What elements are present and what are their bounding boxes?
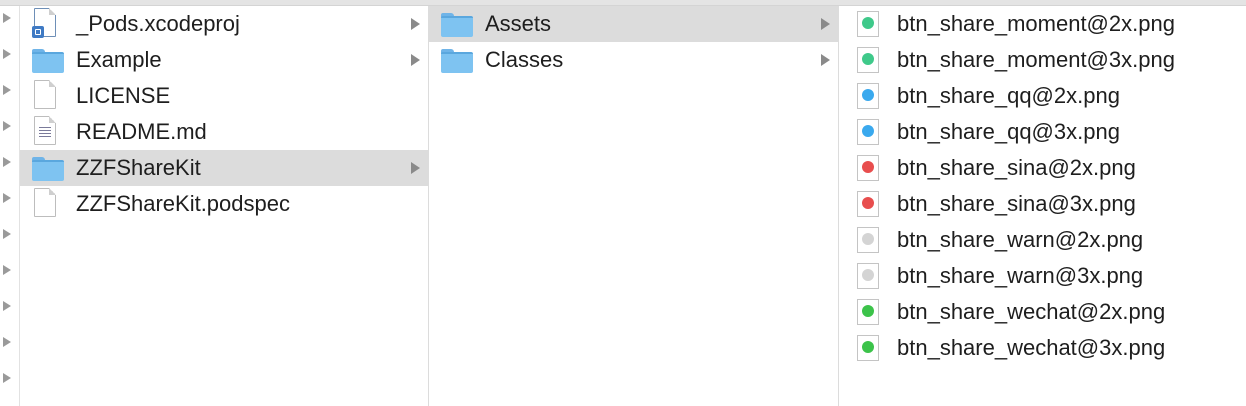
chevron-right-icon — [411, 162, 420, 174]
folder-icon — [32, 49, 64, 73]
disclosure-triangle-icon[interactable] — [3, 337, 11, 347]
png-image-icon — [857, 335, 879, 361]
file-row[interactable]: btn_share_wechat@3x.png — [839, 330, 1246, 366]
disclosure-triangle-icon[interactable] — [3, 85, 11, 95]
file-name-label: Classes — [485, 47, 564, 72]
file-name-label: README.md — [76, 119, 207, 144]
file-name-label: Assets — [485, 11, 552, 36]
browser-column-3[interactable]: btn_share_moment@2x.png btn_share_moment@… — [839, 6, 1246, 406]
file-row[interactable]: btn_share_warn@2x.png — [839, 222, 1246, 258]
file-row[interactable]: LICENSE — [20, 78, 428, 114]
file-name-label: btn_share_wechat@3x.png — [897, 335, 1166, 360]
file-name-label: Example — [76, 47, 162, 72]
chevron-right-icon — [411, 54, 420, 66]
file-row[interactable]: README.md — [20, 114, 428, 150]
file-row[interactable]: btn_share_wechat@2x.png — [839, 294, 1246, 330]
file-row[interactable]: Assets — [429, 6, 838, 42]
file-name-label: btn_share_moment@2x.png — [897, 11, 1175, 36]
disclosure-triangle-icon[interactable] — [3, 229, 11, 239]
disclosure-triangle-icon[interactable] — [3, 301, 11, 311]
file-name-label: btn_share_moment@3x.png — [897, 47, 1175, 72]
file-name-label: ZZFShareKit.podspec — [76, 191, 290, 216]
file-name-label: ZZFShareKit — [76, 155, 201, 180]
file-row[interactable]: btn_share_warn@3x.png — [839, 258, 1246, 294]
file-row[interactable]: btn_share_qq@2x.png — [839, 78, 1246, 114]
file-name-label: btn_share_sina@2x.png — [897, 155, 1136, 180]
png-image-icon — [857, 191, 879, 217]
file-row[interactable]: btn_share_sina@2x.png — [839, 150, 1246, 186]
file-row[interactable]: ZZFShareKit — [20, 150, 428, 186]
outline-disclosure-gutter — [0, 6, 20, 406]
folder-icon — [32, 157, 64, 181]
file-name-label: btn_share_warn@3x.png — [897, 263, 1144, 288]
disclosure-triangle-icon[interactable] — [3, 193, 11, 203]
file-name-label: LICENSE — [76, 83, 171, 108]
disclosure-triangle-icon[interactable] — [3, 49, 11, 59]
png-image-icon — [857, 263, 879, 289]
file-row[interactable]: btn_share_moment@2x.png — [839, 6, 1246, 42]
file-name-label: _Pods.xcodeproj — [76, 11, 240, 36]
chevron-right-icon — [821, 18, 830, 30]
document-icon — [34, 188, 56, 217]
file-name-label: btn_share_wechat@2x.png — [897, 299, 1166, 324]
file-row[interactable]: btn_share_sina@3x.png — [839, 186, 1246, 222]
disclosure-triangle-icon[interactable] — [3, 265, 11, 275]
file-name-label: btn_share_warn@2x.png — [897, 227, 1144, 252]
chevron-right-icon — [411, 18, 420, 30]
xcodeproj-icon — [32, 8, 56, 38]
disclosure-triangle-icon[interactable] — [3, 121, 11, 131]
file-row[interactable]: Example — [20, 42, 428, 78]
disclosure-triangle-icon[interactable] — [3, 373, 11, 383]
file-row[interactable]: Classes — [429, 42, 838, 78]
png-image-icon — [857, 83, 879, 109]
file-name-label: btn_share_sina@3x.png — [897, 191, 1136, 216]
png-image-icon — [857, 155, 879, 181]
file-row[interactable]: _Pods.xcodeproj — [20, 6, 428, 42]
file-name-label: btn_share_qq@3x.png — [897, 119, 1120, 144]
disclosure-triangle-icon[interactable] — [3, 13, 11, 23]
png-image-icon — [857, 11, 879, 37]
browser-column-1[interactable]: _Pods.xcodeproj Example LICENSE README.md ZZ… — [20, 6, 429, 406]
folder-icon — [441, 49, 473, 73]
png-image-icon — [857, 119, 879, 145]
file-row[interactable]: btn_share_moment@3x.png — [839, 42, 1246, 78]
folder-icon — [441, 13, 473, 37]
browser-column-2[interactable]: Assets Classes — [429, 6, 839, 406]
disclosure-triangle-icon[interactable] — [3, 157, 11, 167]
png-image-icon — [857, 299, 879, 325]
text-document-icon — [34, 116, 56, 145]
file-row[interactable]: ZZFShareKit.podspec — [20, 186, 428, 222]
png-image-icon — [857, 227, 879, 253]
chevron-right-icon — [821, 54, 830, 66]
document-icon — [34, 80, 56, 109]
png-image-icon — [857, 47, 879, 73]
file-name-label: btn_share_qq@2x.png — [897, 83, 1120, 108]
file-row[interactable]: btn_share_qq@3x.png — [839, 114, 1246, 150]
